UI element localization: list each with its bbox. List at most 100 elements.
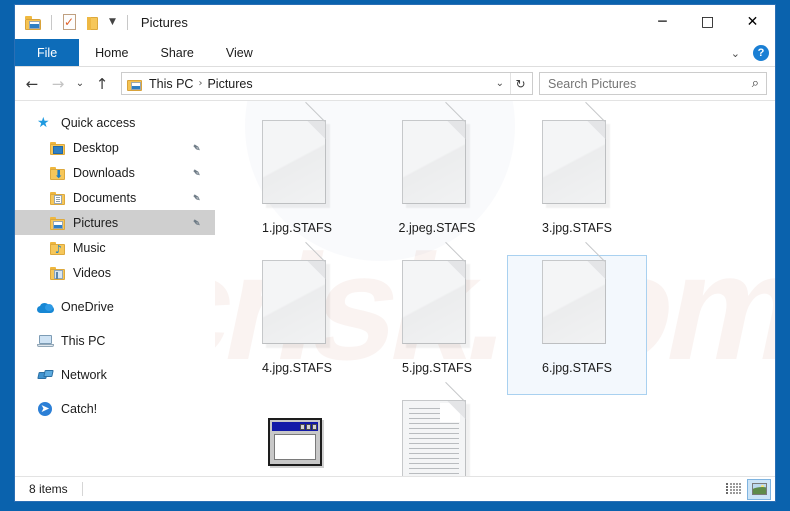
file-item[interactable]: HOW TO DECRYPT FILES.hta (227, 395, 367, 476)
folder-documents-icon (49, 190, 66, 206)
file-thumbnail (258, 400, 336, 476)
properties-icon[interactable]: ✓ (61, 13, 78, 31)
sidebar-item-music[interactable]: ♪ Music (15, 235, 215, 260)
maximize-button[interactable]: □ (685, 5, 730, 39)
minimize-icon: ─ (658, 14, 667, 30)
file-name-label: 5.jpg.STAFS (402, 361, 472, 375)
forward-button[interactable]: → (45, 71, 71, 97)
explorer-body: ★ Quick access Desktop ✒ ⬇ Downloads ✒ D… (15, 100, 775, 476)
window-title: Pictures (140, 14, 188, 30)
search-input[interactable] (548, 76, 752, 91)
text-document-icon (402, 381, 466, 476)
file-item[interactable]: 5.jpg.STAFS (367, 241, 507, 395)
customize-caret-icon[interactable]: ▼ (107, 17, 118, 27)
sidebar-gap-4 (15, 387, 215, 396)
sidebar-item-videos[interactable]: Videos (15, 260, 215, 285)
minimize-button[interactable]: ─ (640, 5, 685, 39)
sidebar-item-desktop[interactable]: Desktop ✒ (15, 135, 215, 160)
sidebar-item-catch[interactable]: ➤ Catch! (15, 396, 215, 421)
sidebar-item-quick-access[interactable]: ★ Quick access (15, 110, 215, 135)
breadcrumb-separator: › (198, 78, 203, 89)
large-icons-view-icon (751, 483, 767, 495)
address-bar[interactable]: This PC › Pictures ⌄ ↻ (121, 72, 533, 95)
file-list-pane[interactable]: pcrisk.com 1.jpg.STAFS 2.jpeg.STAFS 3.jp… (215, 101, 775, 476)
file-thumbnail (398, 241, 476, 356)
onedrive-icon (37, 299, 54, 315)
navigation-pane: ★ Quick access Desktop ✒ ⬇ Downloads ✒ D… (15, 101, 215, 476)
folder-desktop-icon (49, 140, 66, 156)
file-grid: 1.jpg.STAFS 2.jpeg.STAFS 3.jpg.STAFS 4.j… (227, 101, 775, 476)
pin-icon-desktop[interactable]: ✒ (189, 140, 204, 156)
sidebar-label-desktop: Desktop (73, 140, 119, 155)
search-box[interactable]: ⌕ (539, 72, 767, 95)
help-icon[interactable]: ? (753, 45, 769, 61)
file-item[interactable]: HOW TO DECRYPT FILES.txt (367, 381, 507, 476)
file-item[interactable]: 2.jpeg.STAFS (367, 101, 507, 255)
network-icon (37, 367, 54, 383)
toolbar-divider (51, 14, 52, 30)
close-button[interactable]: ✕ (730, 5, 775, 39)
file-thumbnail (258, 101, 336, 216)
pictures-properties-icon[interactable] (25, 14, 42, 31)
catch-icon: ➤ (37, 401, 54, 417)
sidebar-item-network[interactable]: Network (15, 362, 215, 387)
file-thumbnail (398, 101, 476, 216)
breadcrumb-this-pc[interactable]: This PC (146, 77, 196, 91)
up-button[interactable]: ↑ (89, 71, 115, 97)
file-item[interactable]: 3.jpg.STAFS (507, 101, 647, 255)
sidebar-label-network: Network (61, 367, 107, 382)
address-folder-icon (127, 77, 143, 91)
title-bar: ✓ ▼ Pictures ─ □ ✕ (15, 5, 775, 39)
file-name-label: 2.jpeg.STAFS (398, 221, 476, 235)
hta-application-icon (268, 418, 322, 466)
sidebar-label-this-pc: This PC (61, 333, 106, 348)
sidebar-label-documents: Documents (73, 190, 137, 205)
new-folder-icon[interactable] (84, 14, 101, 31)
address-dropdown-icon[interactable]: ⌄ (490, 78, 510, 89)
file-name-label: 3.jpg.STAFS (542, 221, 612, 235)
folder-videos-icon (49, 265, 66, 281)
close-icon: ✕ (746, 14, 759, 30)
folder-downloads-icon: ⬇ (49, 165, 66, 181)
sidebar-item-documents[interactable]: Documents ✒ (15, 185, 215, 210)
sidebar-label-quick-access: Quick access (61, 115, 136, 130)
tab-home[interactable]: Home (79, 39, 144, 66)
sidebar-gap-1 (15, 285, 215, 294)
sidebar-label-pictures: Pictures (73, 215, 119, 230)
details-view-button[interactable] (721, 479, 745, 500)
address-bar-row: ← → ⌄ ↑ This PC › Pictures ⌄ ↻ ⌕ (15, 67, 775, 100)
ribbon-tab-strip: File Home Share View ⌄ ? (15, 39, 775, 67)
sidebar-item-pictures[interactable]: Pictures ✒ (15, 210, 215, 235)
pin-icon-pictures[interactable]: ✒ (189, 215, 204, 231)
sidebar-item-this-pc[interactable]: This PC (15, 328, 215, 353)
search-icon: ⌕ (751, 76, 759, 91)
file-item[interactable]: 6.jpg.STAFS (507, 241, 647, 395)
back-button[interactable]: ← (19, 71, 45, 97)
sidebar-label-downloads: Downloads (73, 165, 135, 180)
sidebar-label-music: Music (73, 240, 106, 255)
sidebar-gap-3 (15, 353, 215, 362)
breadcrumb-pictures[interactable]: Pictures (204, 77, 255, 91)
pin-icon-downloads[interactable]: ✒ (189, 165, 204, 181)
ribbon-right-controls: ⌄ ? (726, 39, 769, 67)
status-divider (81, 482, 83, 496)
sidebar-item-onedrive[interactable]: OneDrive (15, 294, 215, 319)
large-icons-view-button[interactable] (747, 478, 771, 500)
expand-ribbon-icon[interactable]: ⌄ (726, 45, 745, 62)
tab-view[interactable]: View (210, 39, 269, 66)
blank-document-icon (402, 241, 466, 344)
file-item[interactable]: 1.jpg.STAFS (227, 101, 367, 255)
sidebar-label-videos: Videos (73, 265, 111, 280)
sidebar-item-downloads[interactable]: ⬇ Downloads ✒ (15, 160, 215, 185)
recent-locations-button[interactable]: ⌄ (71, 71, 89, 97)
tab-file[interactable]: File (15, 39, 80, 66)
tab-share[interactable]: Share (145, 39, 210, 66)
quick-access-toolbar: ✓ ▼ (15, 13, 131, 31)
toolbar-divider-2 (126, 14, 128, 30)
folder-music-icon: ♪ (49, 240, 66, 256)
file-item[interactable]: 4.jpg.STAFS (227, 241, 367, 395)
blank-document-icon (542, 241, 606, 344)
pin-icon-documents[interactable]: ✒ (189, 190, 204, 206)
refresh-icon[interactable]: ↻ (510, 73, 530, 94)
item-count-label: 8 items (29, 482, 68, 496)
